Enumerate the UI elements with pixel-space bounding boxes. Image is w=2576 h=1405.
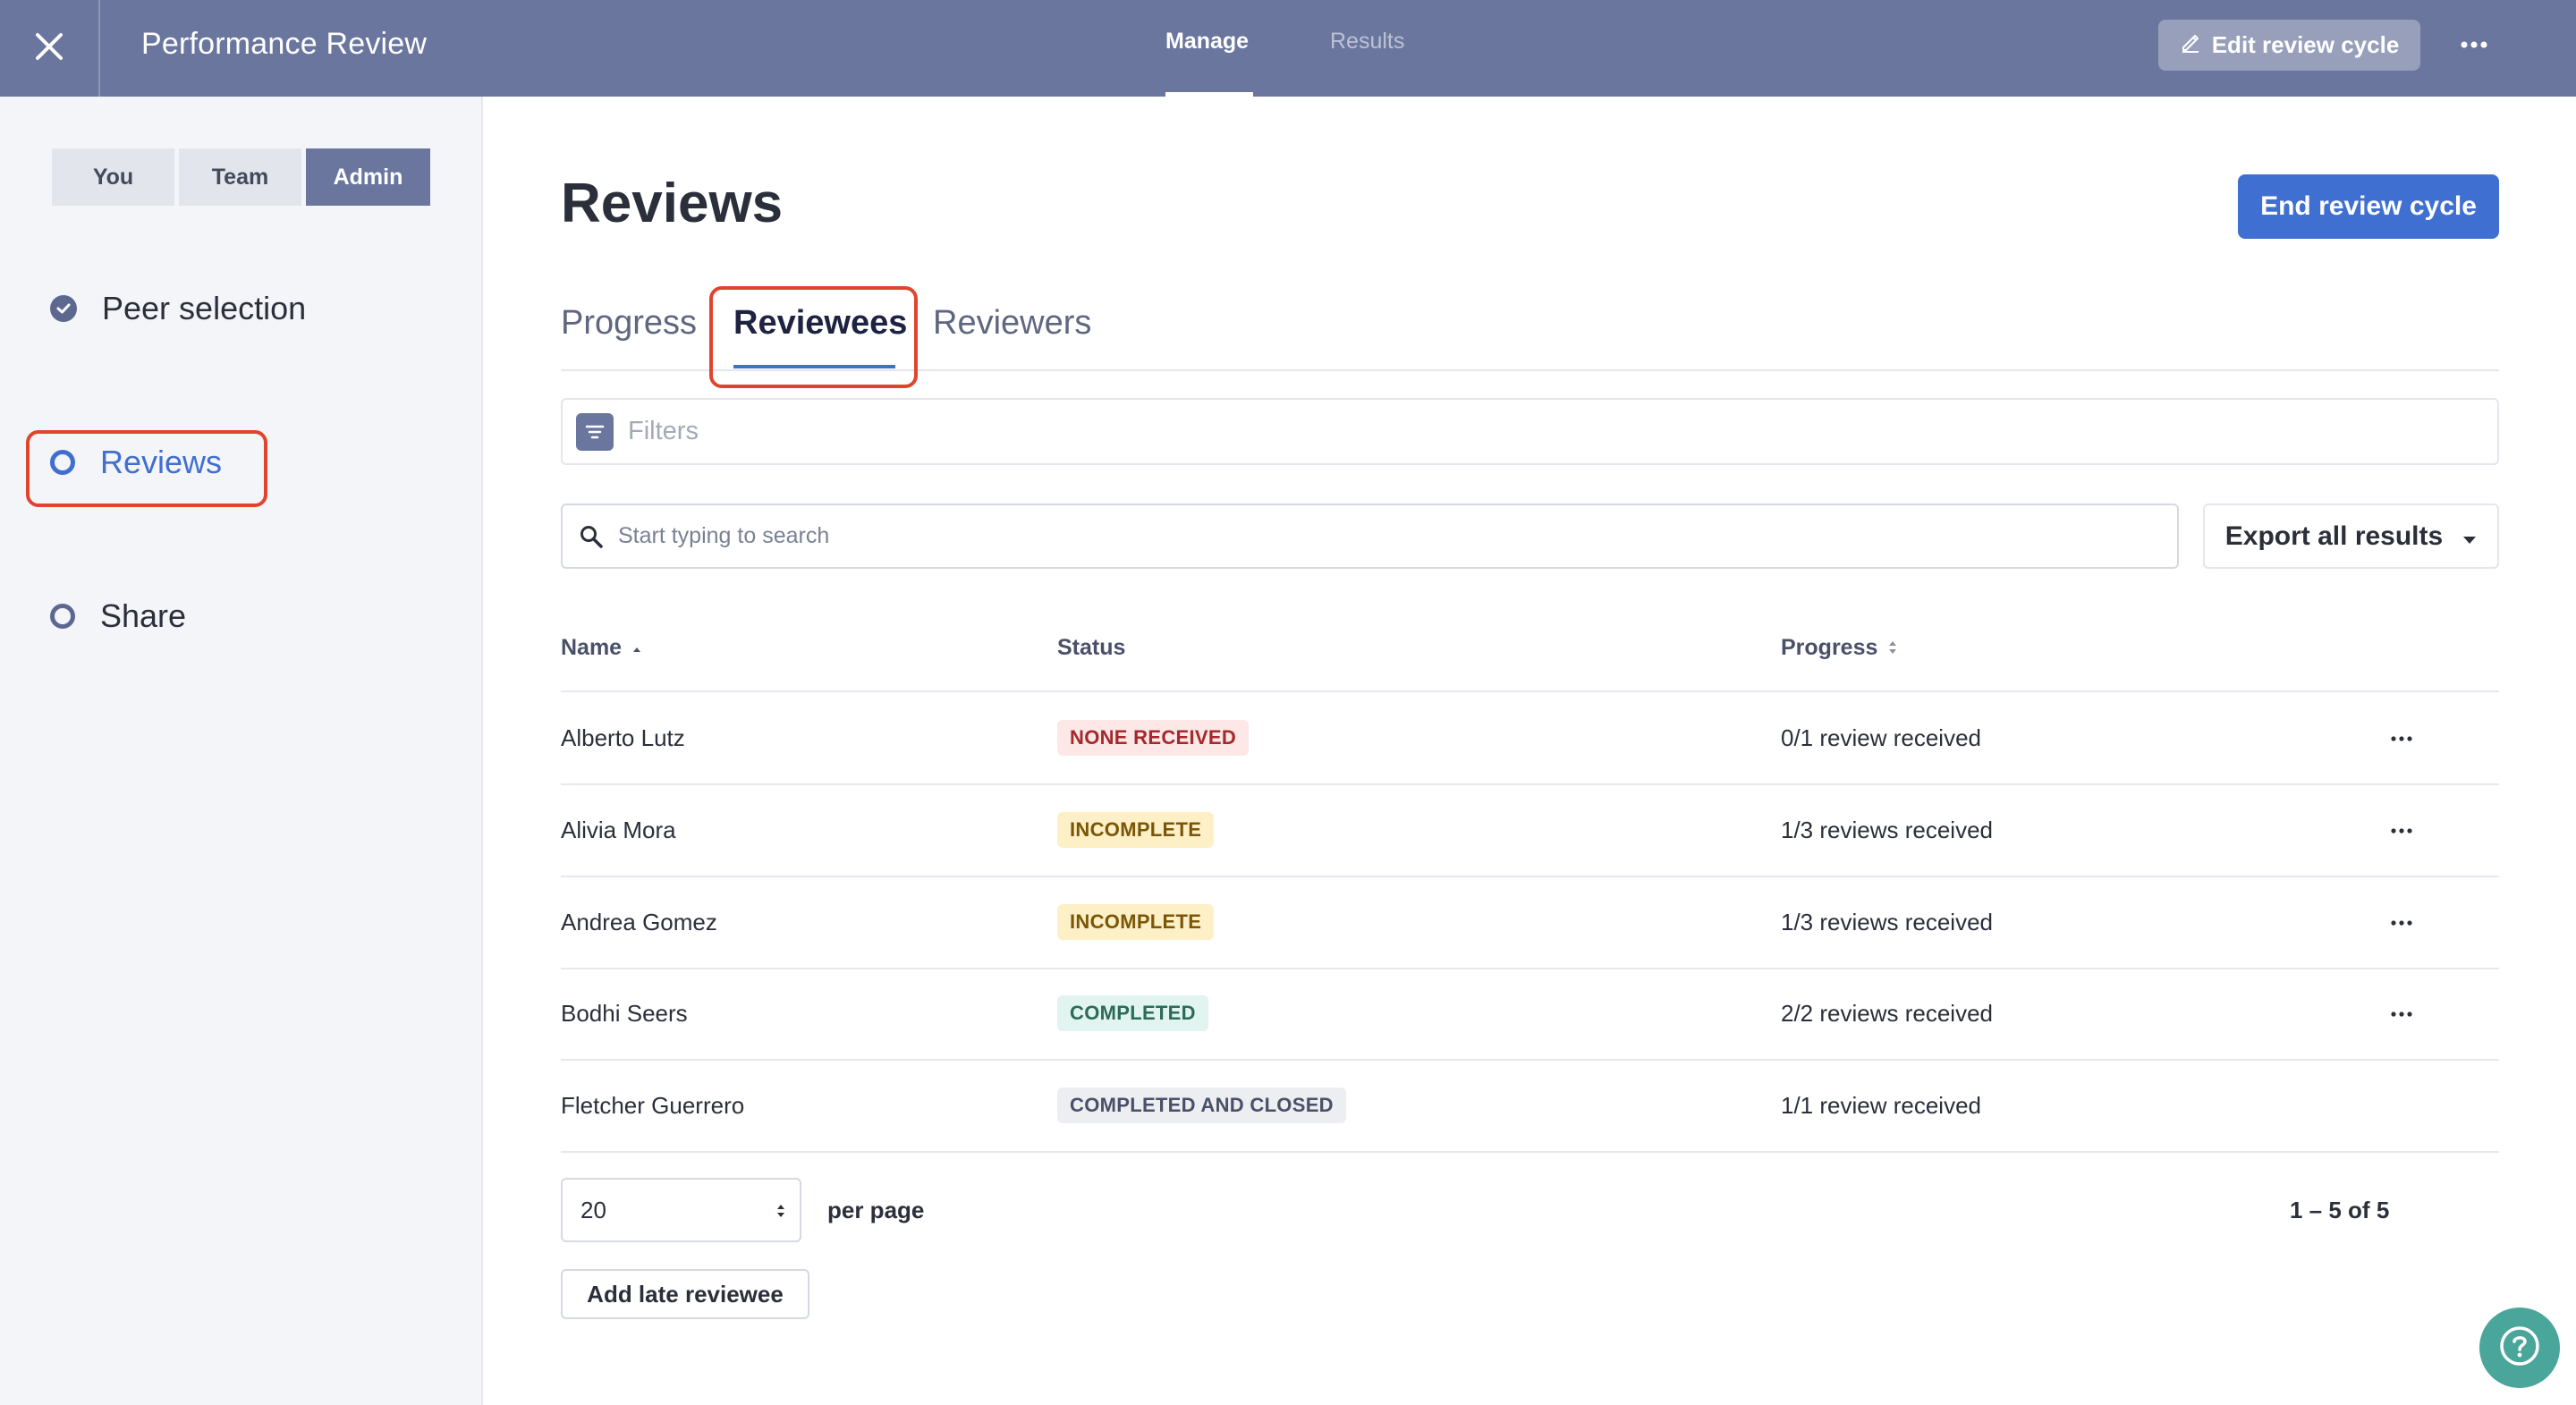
caret-down-icon	[2462, 521, 2477, 552]
pencil-icon	[2180, 31, 2201, 59]
search-box	[561, 504, 2179, 569]
segment-team[interactable]: Team	[179, 148, 301, 206]
filters-label: Filters	[628, 417, 699, 445]
edit-review-cycle-label: Edit review cycle	[2211, 31, 2400, 58]
active-tab-indicator	[1165, 92, 1253, 97]
cell-progress: 1/1 review received	[1781, 1092, 1981, 1119]
segment-you[interactable]: You	[52, 148, 174, 206]
export-all-results-button[interactable]: Export all results	[2203, 504, 2499, 569]
row-divider	[561, 876, 2499, 877]
more-icon	[2391, 730, 2412, 746]
step-peer-selection[interactable]: Peer selection	[50, 290, 306, 327]
edit-review-cycle-button[interactable]: Edit review cycle	[2158, 20, 2420, 71]
column-header-progress[interactable]: Progress	[1781, 635, 1897, 661]
row-more-button[interactable]	[2383, 724, 2420, 751]
cell-name[interactable]: Alivia Mora	[561, 817, 676, 844]
more-options-button[interactable]	[2451, 21, 2497, 68]
tab-manage[interactable]: Manage	[1165, 29, 1249, 55]
cell-name[interactable]: Alberto Lutz	[561, 724, 685, 752]
question-icon	[2499, 1325, 2540, 1371]
row-divider	[561, 1151, 2499, 1153]
more-icon	[2391, 1005, 2412, 1021]
top-bar: Performance Review Manage Results Edit r…	[0, 0, 2576, 97]
column-header-status: Status	[1057, 635, 1126, 660]
circle-icon	[50, 604, 75, 629]
close-button[interactable]	[0, 0, 100, 97]
step-label: Share	[100, 597, 187, 634]
active-subtab-indicator	[733, 365, 895, 368]
export-label: Export all results	[2224, 521, 2444, 551]
cell-progress: 1/3 reviews received	[1781, 817, 1993, 843]
cell-progress: 2/2 reviews received	[1781, 1000, 1993, 1027]
per-page-label: per page	[827, 1197, 925, 1223]
column-header-name[interactable]: Name	[561, 635, 641, 661]
row-divider	[561, 783, 2499, 785]
tab-progress[interactable]: Progress	[561, 304, 697, 343]
status-badge: NONE RECEIVED	[1057, 720, 1250, 756]
page-title: Reviews	[561, 173, 784, 234]
tab-results[interactable]: Results	[1330, 29, 1404, 55]
row-more-button[interactable]	[2383, 909, 2420, 935]
search-icon	[579, 524, 604, 549]
row-more-button[interactable]	[2383, 817, 2420, 843]
cell-progress: 0/1 review received	[1781, 724, 1981, 751]
status-badge: COMPLETED AND CLOSED	[1057, 1088, 1346, 1123]
cell-name[interactable]: Bodhi Seers	[561, 1000, 688, 1028]
step-label: Peer selection	[102, 290, 307, 326]
add-late-reviewee-button[interactable]: Add late reviewee	[561, 1269, 809, 1319]
per-page-value: 20	[580, 1196, 606, 1223]
cell-name[interactable]: Andrea Gomez	[561, 909, 717, 936]
tab-reviewees[interactable]: Reviewees	[733, 304, 907, 343]
app-title: Performance Review	[141, 27, 428, 61]
cell-name[interactable]: Fletcher Guerrero	[561, 1092, 744, 1120]
sort-asc-icon	[632, 635, 641, 661]
end-review-cycle-button[interactable]: End review cycle	[2238, 174, 2499, 239]
header-divider	[561, 690, 2499, 692]
step-share[interactable]: Share	[50, 597, 186, 635]
sort-icon	[1888, 635, 1897, 661]
help-button[interactable]	[2479, 1308, 2560, 1388]
segment-admin[interactable]: Admin	[306, 148, 430, 206]
pagination-count: 1 – 5 of 5	[2290, 1197, 2390, 1223]
row-more-button[interactable]	[2383, 1000, 2420, 1027]
filters-bar[interactable]: Filters	[561, 398, 2499, 465]
circle-icon	[50, 450, 75, 475]
check-icon	[50, 295, 77, 322]
more-icon	[2391, 914, 2412, 930]
select-arrows-icon	[776, 1197, 785, 1224]
close-icon	[34, 31, 64, 66]
status-badge: INCOMPLETE	[1057, 904, 1215, 940]
status-badge: INCOMPLETE	[1057, 812, 1215, 848]
step-label: Reviews	[100, 444, 223, 480]
row-divider	[561, 968, 2499, 969]
more-icon	[2461, 37, 2487, 53]
tab-reviewers[interactable]: Reviewers	[933, 304, 1091, 343]
search-input[interactable]	[618, 523, 2139, 549]
filter-icon	[576, 412, 614, 451]
per-page-select[interactable]: 20	[561, 1178, 801, 1242]
step-reviews[interactable]: Reviews	[50, 444, 222, 481]
cell-progress: 1/3 reviews received	[1781, 909, 1993, 935]
row-divider	[561, 1059, 2499, 1061]
more-icon	[2391, 822, 2412, 838]
status-badge: COMPLETED	[1057, 995, 1208, 1031]
